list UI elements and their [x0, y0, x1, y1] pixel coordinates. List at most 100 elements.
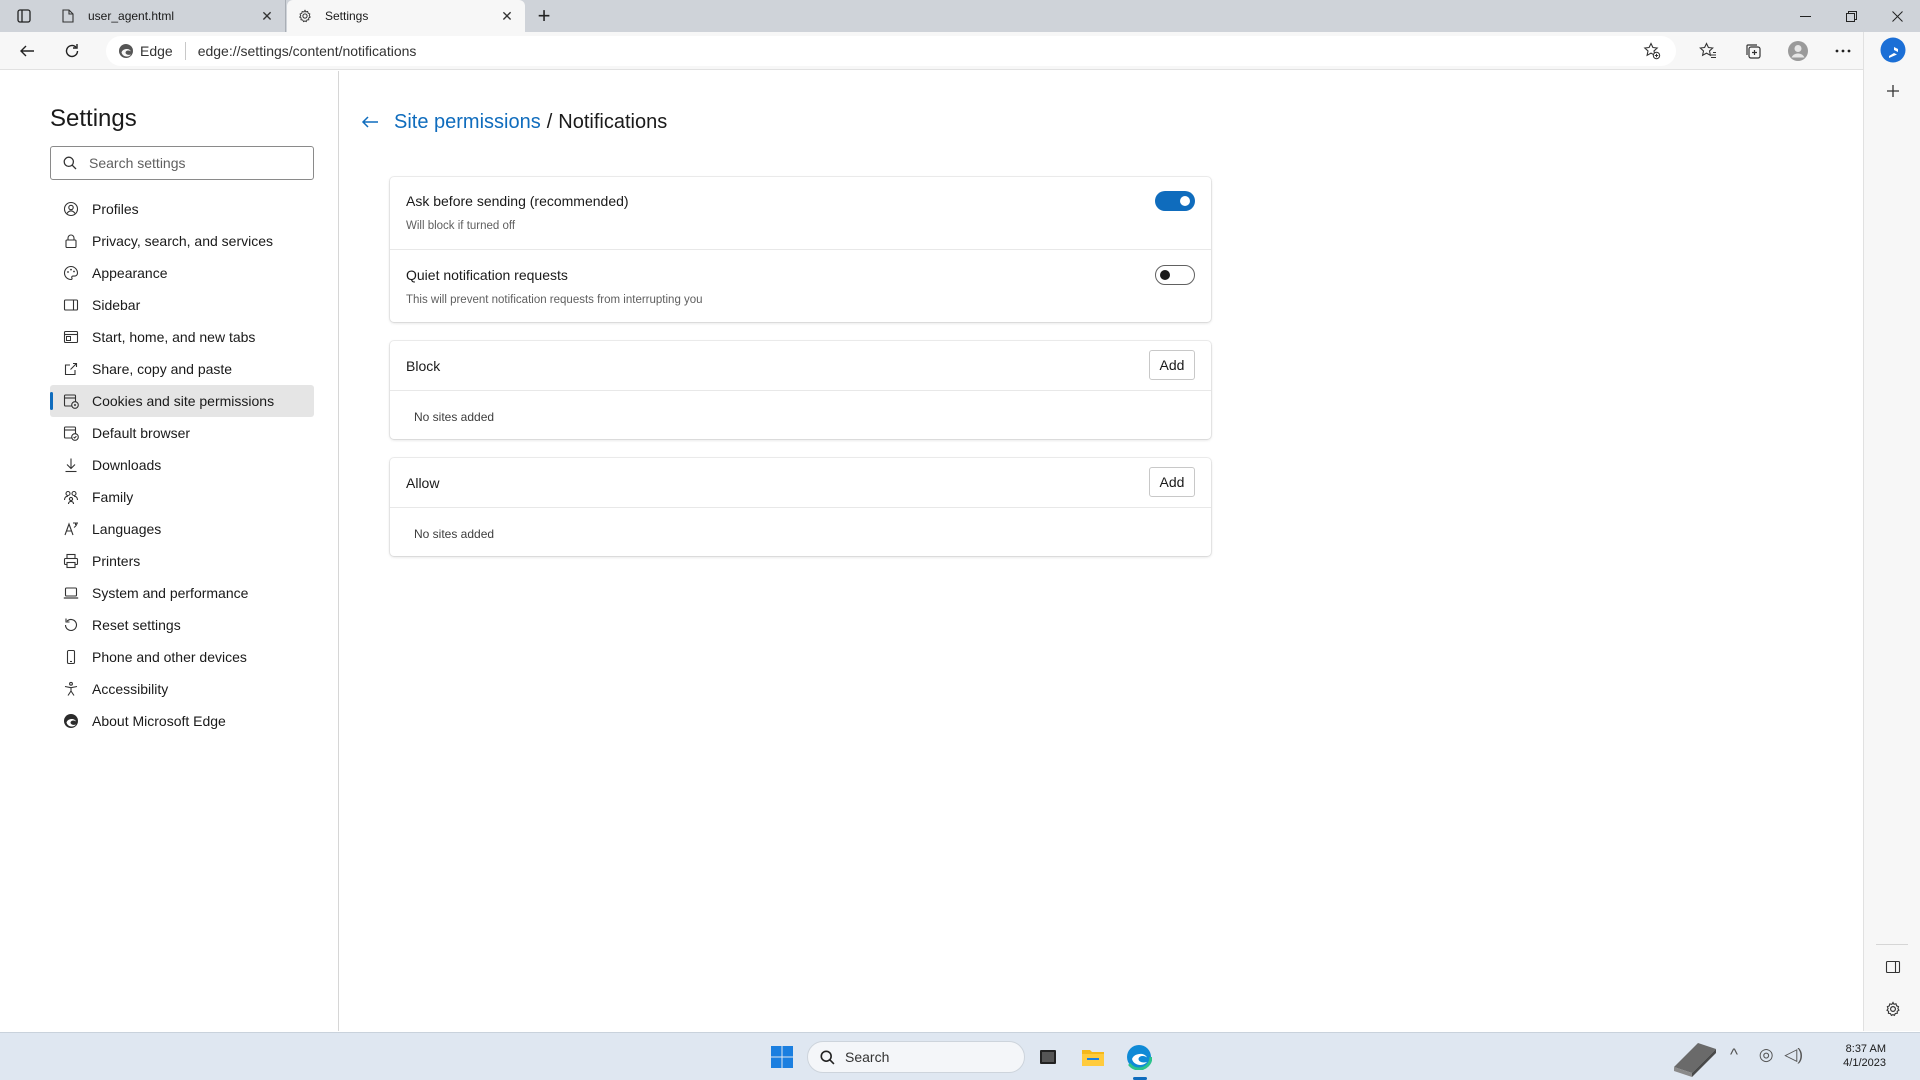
nav-item-family[interactable]: Family [50, 481, 314, 513]
watermark-book-logo [1668, 1037, 1722, 1079]
tab-actions-button[interactable] [10, 4, 38, 28]
back-arrow-icon [20, 45, 34, 57]
close-window-button[interactable] [1874, 0, 1920, 32]
ask-before-sending-title: Ask before sending (recommended) [406, 193, 629, 209]
quiet-requests-row: Quiet notification requests This will pr… [390, 249, 1211, 322]
nav-item-reset-settings[interactable]: Reset settings [50, 609, 314, 641]
task-view-button[interactable] [1032, 1041, 1064, 1073]
start-button[interactable] [766, 1041, 798, 1073]
nav-item-start-home[interactable]: Start, home, and new tabs [50, 321, 314, 353]
nav-item-label: Phone and other devices [92, 649, 247, 665]
quiet-requests-title: Quiet notification requests [406, 267, 568, 283]
back-button[interactable] [12, 37, 42, 65]
allow-empty-row: No sites added [390, 507, 1211, 556]
refresh-button[interactable] [57, 37, 87, 65]
browser-icon [63, 425, 79, 441]
gear-icon [1886, 1001, 1900, 1017]
nav-item-privacy[interactable]: Privacy, search, and services [50, 225, 314, 257]
lock-icon [63, 233, 79, 249]
block-header-row: Block Add [390, 341, 1211, 390]
sidebar-settings-button[interactable] [1878, 994, 1908, 1024]
system-tray: ^ ◎ ◁) [1730, 1045, 1803, 1065]
minimize-button[interactable] [1782, 0, 1828, 32]
taskbar-search[interactable]: Search [807, 1041, 1025, 1073]
favorites-icon [1699, 42, 1716, 59]
tab-title: user_agent.html [88, 9, 175, 23]
nav-item-printers[interactable]: Printers [50, 545, 314, 577]
search-icon [63, 156, 77, 170]
nav-item-languages[interactable]: Languages [50, 513, 314, 545]
star-add-icon [1643, 42, 1661, 60]
nav-item-label: Sidebar [92, 297, 141, 313]
laptop-icon [63, 585, 79, 601]
notification-toggles-card: Ask before sending (recommended) Will bl… [390, 177, 1211, 322]
nav-item-sidebar[interactable]: Sidebar [50, 289, 314, 321]
nav-item-label: Printers [92, 553, 141, 569]
favorites-button[interactable] [1693, 37, 1723, 65]
breadcrumb-site-permissions-link[interactable]: Site permissions [394, 111, 541, 134]
nav-item-appearance[interactable]: Appearance [50, 257, 314, 289]
ellipsis-icon [1835, 49, 1851, 53]
home-icon [63, 329, 79, 345]
nav-item-profiles[interactable]: Profiles [50, 193, 314, 225]
search-icon [820, 1049, 835, 1064]
minimize-icon [1799, 15, 1811, 17]
url-text[interactable]: edge://settings/content/notifications [198, 43, 417, 59]
tab-user-agent[interactable]: user_agent.html ✕ [50, 0, 286, 32]
nav-item-cookies-permissions[interactable]: Cookies and site permissions [50, 385, 314, 417]
back-to-site-permissions-button[interactable] [358, 110, 382, 134]
allow-section-title: Allow [406, 475, 440, 491]
file-explorer-button[interactable] [1077, 1041, 1109, 1073]
nav-item-accessibility[interactable]: Accessibility [50, 673, 314, 705]
nav-item-label: Share, copy and paste [92, 361, 233, 377]
hide-sidebar-button[interactable] [1878, 952, 1908, 982]
close-tab-icon[interactable]: ✕ [499, 8, 515, 24]
page-title: Notifications [558, 110, 668, 133]
ask-before-sending-toggle[interactable] [1155, 191, 1195, 211]
cookies-icon [63, 393, 79, 409]
nav-item-phone-devices[interactable]: Phone and other devices [50, 641, 314, 673]
windows-taskbar: Search ^ ◎ ◁) 8:37 AM 4/1/2023 [0, 1032, 1920, 1080]
sidebar-icon [63, 297, 79, 313]
windows-logo-icon [771, 1046, 793, 1068]
nav-item-about-edge[interactable]: About Microsoft Edge [50, 705, 314, 737]
block-section-title: Block [406, 358, 441, 374]
add-favorite-button[interactable] [1642, 42, 1662, 60]
restore-button[interactable] [1828, 0, 1874, 32]
copilot-button[interactable] [1878, 35, 1908, 65]
taskbar-clock[interactable]: 8:37 AM 4/1/2023 [1826, 1042, 1886, 1070]
chevron-up-icon[interactable]: ^ [1730, 1045, 1738, 1064]
edge-taskbar-button[interactable] [1123, 1041, 1155, 1073]
block-add-button[interactable]: Add [1149, 350, 1195, 380]
nav-item-downloads[interactable]: Downloads [50, 449, 314, 481]
profile-button[interactable] [1783, 37, 1813, 65]
tab-settings[interactable]: Settings ✕ [287, 0, 525, 32]
collections-button[interactable] [1738, 37, 1768, 65]
address-bar[interactable]: Edge edge://settings/content/notificatio… [106, 36, 1676, 66]
search-settings-input[interactable] [89, 155, 289, 171]
new-tab-button[interactable]: + [530, 3, 558, 29]
close-tab-icon[interactable]: ✕ [259, 8, 275, 24]
file-icon [60, 8, 76, 24]
network-icon[interactable]: ◎ [1759, 1045, 1774, 1064]
more-menu-button[interactable] [1828, 37, 1858, 65]
edge-sidebar [1863, 32, 1920, 1031]
add-sidebar-app-button[interactable] [1878, 76, 1908, 106]
accessibility-icon [63, 681, 79, 697]
edge-logo-icon [1126, 1044, 1152, 1070]
tab-actions-icon [17, 9, 31, 23]
block-empty-text: No sites added [414, 410, 495, 424]
nav-item-share-copy[interactable]: Share, copy and paste [50, 353, 314, 385]
allow-add-button[interactable]: Add [1149, 467, 1195, 497]
nav-item-label: Default browser [92, 425, 191, 441]
allow-empty-text: No sites added [414, 527, 495, 541]
volume-icon[interactable]: ◁) [1784, 1045, 1803, 1064]
download-icon [63, 457, 79, 473]
address-divider [184, 42, 186, 60]
search-settings-box[interactable] [50, 146, 314, 180]
quiet-requests-toggle[interactable] [1155, 265, 1195, 285]
tab-bar: user_agent.html ✕ Settings ✕ + [0, 0, 1920, 32]
nav-item-default-browser[interactable]: Default browser [50, 417, 314, 449]
nav-item-system-performance[interactable]: System and performance [50, 577, 314, 609]
edge-logo-icon [118, 43, 134, 59]
